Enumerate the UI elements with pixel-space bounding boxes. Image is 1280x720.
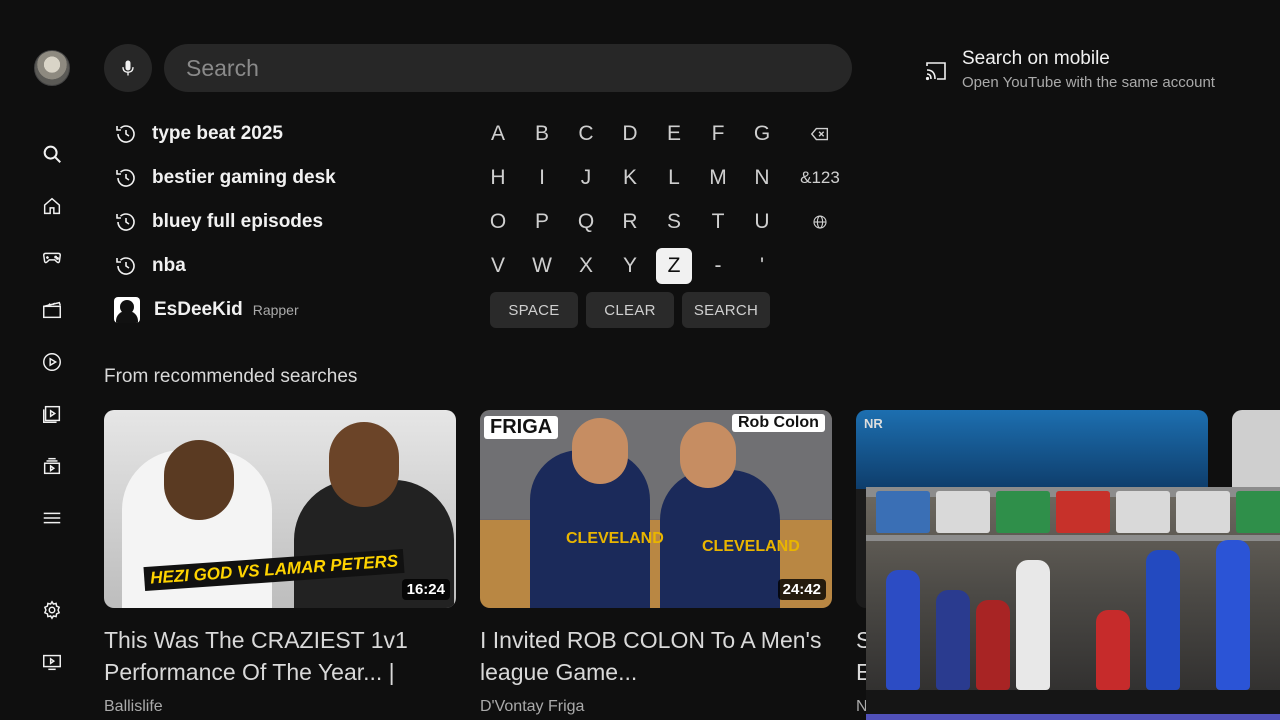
account-avatar[interactable] [34,50,70,86]
key-apostrophe[interactable]: ' [744,248,780,284]
movies-icon[interactable] [38,296,66,324]
youtube-tv-search-screen: Search Search on mobile Open YouTube wit… [0,0,1280,720]
history-icon [116,257,135,275]
key-b[interactable]: B [524,116,560,152]
key-c[interactable]: C [568,116,604,152]
settings-icon[interactable] [38,596,66,624]
history-icon [116,213,135,231]
search-on-mobile-prompt[interactable]: Search on mobile Open YouTube with the s… [922,46,1262,96]
thumbnail-label: FRIGA [484,416,559,439]
key-a[interactable]: A [480,116,516,152]
microphone-icon [122,60,134,76]
language-key[interactable] [802,204,838,240]
suggestion-text: nba [152,255,186,276]
jersey-text: CLEVELAND [702,538,800,555]
suggestion-text: bestier gaming desk [152,167,336,188]
video-title: This Was The CRAZIEST 1v1 Performance Of… [104,627,408,685]
jersey-text: CLEVELAND [566,530,664,547]
search-on-mobile-title: Search on mobile [962,48,1110,69]
video-thumbnail: FRIGA Rob Colon CLEVELAND CLEVELAND 24:4… [480,410,832,608]
suggestion-item-person[interactable]: EsDeeKid Rapper [114,294,454,326]
key-y[interactable]: Y [612,248,648,284]
voice-search-button[interactable] [104,44,152,92]
key-s[interactable]: S [656,204,692,240]
section-title: From recommended searches [104,366,358,387]
home-icon[interactable] [38,192,66,220]
key-dash[interactable]: - [700,248,736,284]
library-icon[interactable] [38,400,66,428]
thumbnail-label: Rob Colon [732,414,825,432]
channel-name: D'Vontay Friga [480,698,585,715]
suggestion-item[interactable]: bestier gaming desk [114,162,454,194]
suggestion-subtext: Rapper [252,302,299,318]
suggestion-text: EsDeeKid [154,299,243,320]
key-p[interactable]: P [524,204,560,240]
menu-icon[interactable] [38,504,66,532]
video-card[interactable]: HEZI GOD VS LAMAR PETERS 16:24 This Was … [104,410,456,716]
key-v[interactable]: V [480,248,516,284]
video-duration: 24:42 [777,579,826,600]
globe-icon [813,215,827,229]
key-k[interactable]: K [612,160,648,196]
clear-button[interactable]: CLEAR [586,292,674,328]
space-button[interactable]: SPACE [490,292,578,328]
backspace-key[interactable] [802,116,838,152]
key-u[interactable]: U [744,204,780,240]
search-on-mobile-subtitle: Open YouTube with the same account [962,74,1215,91]
shorts-icon[interactable] [38,348,66,376]
channel-logo: NR [864,416,883,431]
suggestion-item[interactable]: nba [114,250,454,282]
video-thumbnail: HEZI GOD VS LAMAR PETERS 16:24 [104,410,456,608]
cast-icon [925,62,946,81]
channel-name: Ballislife [104,698,163,715]
suggestion-item[interactable]: bluey full episodes [114,206,454,238]
key-t[interactable]: T [700,204,736,240]
key-j[interactable]: J [568,160,604,196]
key-m[interactable]: M [700,160,736,196]
key-i[interactable]: I [524,160,560,196]
video-duration: 16:24 [401,579,450,600]
history-icon [116,125,135,143]
key-z[interactable]: Z [656,248,692,284]
subscriptions-icon[interactable] [38,452,66,480]
key-x[interactable]: X [568,248,604,284]
video-title: I Invited ROB COLON To A Men's league Ga… [480,627,822,685]
search-input[interactable]: Search [164,44,852,92]
search-button[interactable]: SEARCH [682,292,770,328]
key-h[interactable]: H [480,160,516,196]
key-g[interactable]: G [744,116,780,152]
key-w[interactable]: W [524,248,560,284]
key-n[interactable]: N [744,160,780,196]
person-thumbnail [114,297,140,323]
key-o[interactable]: O [480,204,516,240]
history-icon [116,169,135,187]
key-q[interactable]: Q [568,204,604,240]
key-f[interactable]: F [700,116,736,152]
key-d[interactable]: D [612,116,648,152]
left-nav-rail [0,0,104,720]
video-preview-overlay[interactable] [866,487,1280,720]
gaming-icon[interactable] [38,244,66,272]
search-icon[interactable] [38,140,66,168]
tv-cast-icon[interactable] [38,648,66,676]
video-card[interactable]: FRIGA Rob Colon CLEVELAND CLEVELAND 24:4… [480,410,832,716]
backspace-icon [810,127,829,141]
suggestion-text: bluey full episodes [152,211,324,232]
key-r[interactable]: R [612,204,648,240]
symbols-key[interactable]: &123 [795,160,845,196]
suggestion-text: type beat 2025 [152,123,283,144]
key-e[interactable]: E [656,116,692,152]
suggestion-item[interactable]: type beat 2025 [114,118,454,150]
key-l[interactable]: L [656,160,692,196]
